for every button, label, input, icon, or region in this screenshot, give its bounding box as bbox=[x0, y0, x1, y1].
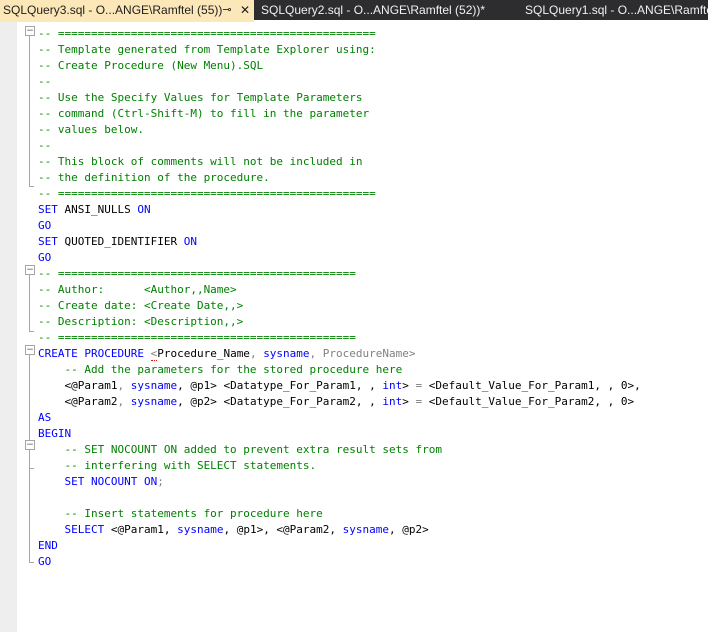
identifier: <@Param1 bbox=[38, 379, 118, 392]
document-tab-bar: SQLQuery3.sql - O...ANGE\Ramftel (55)) ⊸… bbox=[0, 0, 708, 20]
keyword: int bbox=[382, 395, 403, 408]
code-line: -- bbox=[38, 75, 52, 88]
punctuation: > bbox=[408, 347, 416, 360]
code-line: -- =====================================… bbox=[38, 27, 376, 40]
code-line: END bbox=[38, 539, 58, 552]
code-line: CREATE PROCEDURE <Procedure_Name, sysnam… bbox=[38, 346, 416, 362]
identifier: <Default_Value_For_Param2, , 0> bbox=[422, 395, 635, 408]
punctuation: , ProcedureName bbox=[309, 347, 409, 360]
identifier: > bbox=[402, 395, 416, 408]
outline-line bbox=[29, 36, 30, 186]
collapse-toggle-icon[interactable]: − bbox=[25, 345, 35, 355]
code-line: BEGIN bbox=[38, 427, 72, 440]
punctuation: , bbox=[117, 379, 131, 392]
keyword: ON bbox=[183, 235, 197, 248]
keyword: SELECT bbox=[38, 523, 111, 536]
code-line: -- Add the parameters for the stored pro… bbox=[38, 363, 403, 376]
code-line: SET NOCOUNT ON; bbox=[38, 474, 164, 490]
code-line: SELECT <@Param1, sysname, @p1>, <@Param2… bbox=[38, 522, 429, 538]
tab-label: SQLQuery1.sql - O...ANGE\Ramftel bbox=[525, 3, 708, 17]
collapse-toggle-icon[interactable]: − bbox=[25, 265, 35, 275]
code-line: -- interfering with SELECT statements. bbox=[38, 459, 317, 472]
identifier: <@Param1, bbox=[110, 523, 178, 536]
code-line: SET ANSI_NULLS ON bbox=[38, 202, 151, 218]
code-line: -- =====================================… bbox=[38, 331, 356, 344]
tab-sqlquery3[interactable]: SQLQuery3.sql - O...ANGE\Ramftel (55)) ⊸… bbox=[0, 0, 254, 20]
identifier: , @p1>, <@Param2, bbox=[223, 523, 343, 536]
tab-sqlquery2[interactable]: SQLQuery2.sql - O...ANGE\Ramftel (52))* bbox=[258, 0, 520, 20]
code-line: -- Description: <Description,,> bbox=[38, 315, 244, 328]
keyword: sysname bbox=[130, 379, 178, 392]
gutter-margin bbox=[17, 22, 18, 632]
code-line: -- values below. bbox=[38, 123, 144, 136]
outline-end bbox=[29, 186, 34, 187]
code-line: -- Use the Specify Values for Template P… bbox=[38, 91, 363, 104]
punctuation: ; bbox=[157, 475, 164, 488]
keyword: CREATE PROCEDURE bbox=[38, 347, 151, 360]
identifier: QUOTED_IDENTIFIER bbox=[57, 235, 184, 248]
outline-end bbox=[29, 562, 34, 563]
keyword: SET bbox=[38, 235, 58, 248]
collapse-toggle-icon[interactable]: − bbox=[25, 26, 35, 36]
keyword: sysname bbox=[177, 523, 224, 536]
keyword: ON bbox=[143, 475, 158, 488]
code-line: <@Param1, sysname, @p1> <Datatype_For_Pa… bbox=[38, 378, 641, 394]
code-line: -- command (Ctrl-Shift-M) to fill in the… bbox=[38, 107, 370, 120]
code-line: -- Author: <Author,,Name> bbox=[38, 283, 237, 296]
editor-gutter bbox=[0, 22, 17, 632]
tab-label: SQLQuery2.sql - O...ANGE\Ramftel (52))* bbox=[261, 3, 486, 17]
code-line: -- Template generated from Template Expl… bbox=[38, 43, 376, 56]
tab-label: SQLQuery3.sql - O...ANGE\Ramftel (55)) bbox=[3, 3, 223, 17]
outline-line bbox=[29, 450, 30, 468]
code-line: GO bbox=[38, 251, 52, 264]
identifier: ANSI_NULLS bbox=[57, 203, 138, 216]
punctuation: , bbox=[117, 395, 131, 408]
collapse-toggle-icon[interactable]: − bbox=[25, 440, 35, 450]
keyword: SET NOCOUNT bbox=[38, 475, 144, 488]
sql-editor[interactable]: -- =====================================… bbox=[38, 22, 708, 632]
close-icon[interactable]: ✕ bbox=[238, 0, 252, 20]
code-line: -- Create Procedure (New Menu).SQL bbox=[38, 59, 264, 72]
outline-line bbox=[29, 275, 30, 331]
code-line: -- =====================================… bbox=[38, 187, 376, 200]
code-line: <@Param2, sysname, @p2> <Datatype_For_Pa… bbox=[38, 394, 634, 410]
identifier: , @p2> <Datatype_For_Param2, , bbox=[177, 395, 383, 408]
keyword: int bbox=[382, 379, 403, 392]
identifier: <@Param2 bbox=[38, 395, 118, 408]
keyword: SET bbox=[38, 203, 58, 216]
outline-end bbox=[29, 331, 34, 332]
code-line: -- SET NOCOUNT ON added to prevent extra… bbox=[38, 443, 442, 456]
keyword: sysname bbox=[342, 523, 390, 536]
code-line: GO bbox=[38, 555, 52, 568]
code-line: GO bbox=[38, 219, 52, 232]
keyword: sysname bbox=[130, 395, 178, 408]
identifier: , @p2> bbox=[389, 523, 429, 536]
code-line: -- the definition of the procedure. bbox=[38, 171, 270, 184]
outline-end bbox=[29, 468, 34, 469]
identifier: > bbox=[402, 379, 416, 392]
punctuation: , bbox=[249, 347, 264, 360]
identifier: Procedure_Name bbox=[157, 347, 250, 360]
code-line: -- Create date: <Create Date,,> bbox=[38, 299, 244, 312]
code-line: AS bbox=[38, 411, 52, 424]
code-line: -- This block of comments will not be in… bbox=[38, 155, 363, 168]
identifier: , @p1> <Datatype_For_Param1, , bbox=[177, 379, 383, 392]
keyword: ON bbox=[137, 203, 151, 216]
pin-icon[interactable]: ⊸ bbox=[219, 0, 235, 20]
code-line: -- =====================================… bbox=[38, 267, 356, 280]
code-line: SET QUOTED_IDENTIFIER ON bbox=[38, 234, 197, 250]
tab-sqlquery1[interactable]: SQLQuery1.sql - O...ANGE\Ramftel bbox=[522, 0, 708, 20]
code-line: -- Insert statements for procedure here bbox=[38, 507, 323, 520]
code-line: -- bbox=[38, 139, 52, 152]
identifier: <Default_Value_For_Param1, , 0>, bbox=[422, 379, 641, 392]
keyword: sysname bbox=[263, 347, 310, 360]
